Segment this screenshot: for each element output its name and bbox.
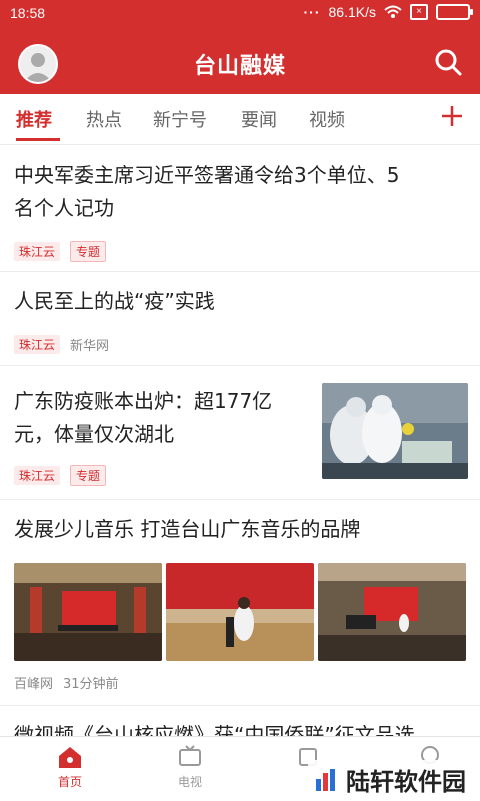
list-item[interactable]: 广东防疫账本出炉：超177亿 元，体量仅次湖北 珠江云 专题 [0, 365, 480, 500]
list-item[interactable]: 人民至上的战“疫”实践 珠江云 新华网 [0, 271, 480, 366]
tab-recommend[interactable]: 推荐 [16, 106, 52, 132]
article-title: 发展少儿音乐 打造台山广东音乐的品牌 [14, 517, 361, 541]
article-title: 人民至上的战“疫”实践 [14, 289, 215, 313]
topic-badge: 专题 [70, 241, 107, 262]
list-item[interactable]: 微视频《台山核应燃》获“中国侨联”征文品选 [0, 705, 480, 736]
more-dots-icon: ··· [303, 4, 321, 20]
nav-tv[interactable]: 电视 [160, 745, 220, 790]
article-thumbnail [322, 383, 468, 479]
search-icon[interactable] [432, 46, 464, 78]
app-title: 台山融媒 [193, 54, 286, 79]
article-title: 微视频《台山核应燃》获“中国侨联”征文品选 [14, 723, 415, 736]
status-indicators: ··· 86.1K/s × [303, 4, 473, 20]
sim-icon: × [410, 4, 428, 20]
nav-tv-label: 电视 [177, 775, 202, 789]
status-time: 18:58 [10, 5, 46, 21]
list-item[interactable]: 中央军委主席习近平签署通令给3个单位、5 名个人记功 珠江云 专题 [0, 145, 480, 272]
source-badge: 珠江云 [14, 466, 61, 485]
wifi-icon [384, 5, 402, 18]
tv-icon [179, 745, 201, 766]
article-meta: 珠江云 新华网 [14, 335, 109, 354]
home-icon [59, 747, 81, 768]
topic-badge: 专题 [70, 465, 107, 486]
article-title: 广东防疫账本出炉：超177亿 元，体量仅次湖北 [14, 389, 273, 446]
article-meta: 珠江云 专题 [14, 465, 107, 486]
tab-news[interactable]: 要闻 [241, 106, 277, 132]
article-image-3 [318, 563, 466, 661]
nav-home[interactable]: 首页 [40, 745, 100, 790]
list-item[interactable]: 发展少儿音乐 打造台山广东音乐的品牌 百峰网 31分钟前 [0, 499, 480, 706]
article-meta: 珠江云 专题 [14, 241, 107, 262]
article-title: 中央军委主席习近平签署通令给3个单位、5 名个人记功 [14, 163, 400, 220]
watermark: 陆轩软件园 [308, 760, 472, 799]
tab-xinning[interactable]: 新宁号 [153, 106, 207, 132]
add-channel-icon[interactable] [438, 102, 466, 130]
nav-home-label: 首页 [57, 775, 82, 789]
category-tabs: 推荐 热点 新宁号 要闻 视频 [0, 94, 480, 145]
watermark-text: 陆轩软件园 [346, 768, 466, 796]
article-meta: 百峰网 31分钟前 [14, 673, 119, 692]
source-badge: 珠江云 [14, 242, 61, 261]
tab-video[interactable]: 视频 [309, 106, 345, 132]
source-badge: 珠江云 [14, 335, 61, 354]
status-bar: 18:58 ··· 86.1K/s × [0, 0, 480, 28]
active-tab-indicator [16, 138, 60, 141]
network-speed: 86.1K/s [328, 4, 376, 20]
app-header: 台山融媒 [0, 28, 480, 94]
tab-hot[interactable]: 热点 [86, 106, 122, 132]
article-image-1 [14, 563, 162, 661]
publisher: 新华网 [70, 339, 110, 354]
watermark-logo-icon [316, 768, 335, 791]
publisher: 百峰网 [14, 677, 54, 692]
publish-time: 31分钟前 [63, 677, 119, 692]
article-image-2 [166, 563, 314, 661]
battery-icon [436, 4, 473, 20]
